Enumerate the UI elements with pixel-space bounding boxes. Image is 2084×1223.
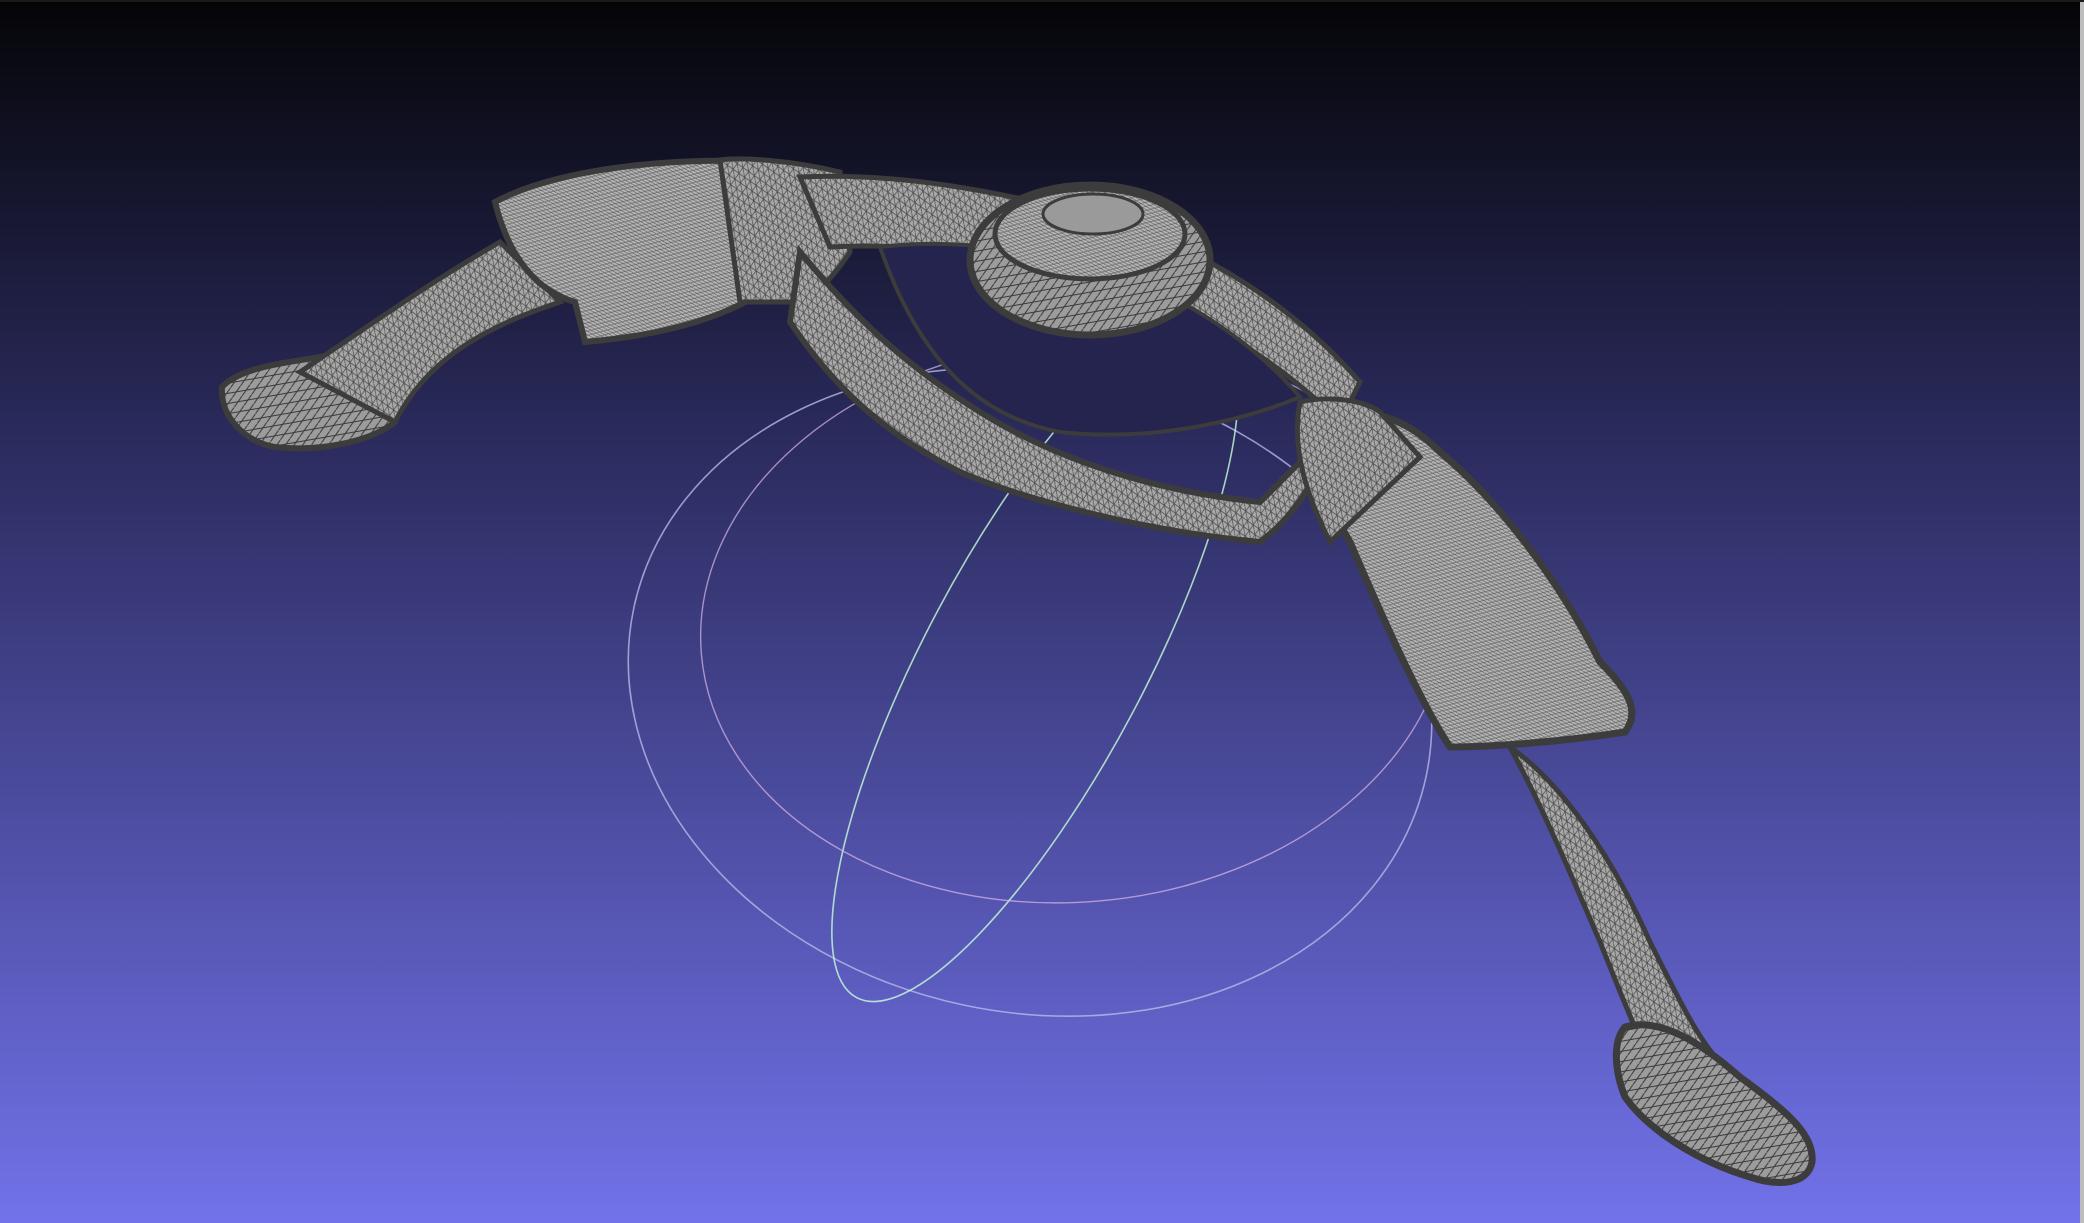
viewport-right-border xyxy=(2080,2,2084,1223)
mesh-right-arm xyxy=(1507,744,1725,1086)
3d-viewport[interactable] xyxy=(0,0,2084,1223)
mesh-center-emblem xyxy=(966,181,1214,339)
mesh-left-arm xyxy=(295,238,565,426)
mesh-model[interactable] xyxy=(218,156,1816,1186)
scene-svg[interactable] xyxy=(0,2,2084,1223)
mesh-right-tip xyxy=(1612,1021,1816,1186)
